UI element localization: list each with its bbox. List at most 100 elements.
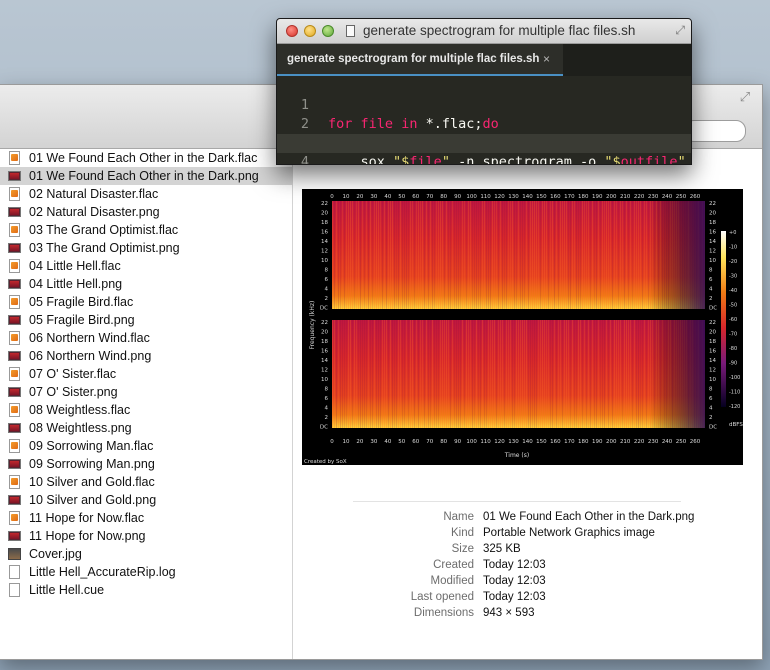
fullscreen-icon[interactable]: ⤢ [675, 23, 685, 38]
file-row[interactable]: 03 The Grand Optimist.png [0, 239, 292, 257]
file-name: 02 Natural Disaster.png [29, 205, 160, 219]
x-tick-label: 170 [564, 439, 575, 445]
x-tick-label: 250 [676, 439, 687, 445]
info-row: Created Today 12:03 [300, 557, 752, 573]
image-file-icon [8, 495, 21, 505]
y-tick-label: 20 [321, 330, 328, 336]
audio-file-icon [9, 475, 20, 489]
file-row[interactable]: 04 Little Hell.png [0, 275, 292, 293]
x-tick-label: 220 [634, 194, 645, 200]
x-tick-label: 60 [412, 194, 419, 200]
x-tick-label: 190 [592, 194, 603, 200]
file-row[interactable]: 08 Weightless.png [0, 419, 292, 437]
zoom-button[interactable] [322, 25, 334, 37]
info-row: Modified Today 12:03 [300, 573, 752, 589]
file-row[interactable]: 04 Little Hell.flac [0, 257, 292, 275]
file-row[interactable]: Little Hell.cue [0, 581, 292, 599]
x-tick-label: 50 [398, 194, 405, 200]
colorbar-tick-label: -30 [729, 274, 737, 280]
info-row: Size 325 KB [300, 541, 752, 557]
image-file-icon [8, 423, 21, 433]
colorbar-tick-label: -100 [729, 375, 740, 381]
file-name: 03 The Grand Optimist.png [29, 241, 180, 255]
file-name: 05 Fragile Bird.flac [29, 295, 134, 309]
x-tick-label: 240 [662, 439, 673, 445]
y-tick-label: 14 [709, 358, 716, 364]
code-area[interactable]: 1 for file in *.flac;do 2 outfile="${fil… [277, 77, 691, 164]
y-tick-label: 18 [709, 339, 716, 345]
minimize-button[interactable] [304, 25, 316, 37]
info-label: Kind [450, 527, 474, 539]
info-label: Last opened [410, 591, 474, 603]
image-file-icon [8, 548, 21, 560]
file-row[interactable]: 09 Sorrowing Man.png [0, 455, 292, 473]
close-tab-icon[interactable]: × [543, 44, 550, 74]
file-name: 04 Little Hell.flac [29, 259, 121, 273]
file-name: 09 Sorrowing Man.png [29, 457, 155, 471]
x-tick-label: 160 [550, 439, 561, 445]
file-row[interactable]: 02 Natural Disaster.png [0, 203, 292, 221]
tab-script[interactable]: generate spectrogram for multiple flac f… [277, 44, 563, 76]
x-tick-label: 170 [564, 194, 575, 200]
close-button[interactable] [286, 25, 298, 37]
file-row[interactable]: 01 We Found Each Other in the Dark.png [0, 167, 292, 185]
y-tick-label: 2 [709, 415, 713, 421]
y-tick-label: 20 [709, 330, 716, 336]
file-name: 05 Fragile Bird.png [29, 313, 135, 327]
file-row[interactable]: 05 Fragile Bird.flac [0, 293, 292, 311]
file-row[interactable]: Cover.jpg [0, 545, 292, 563]
fullscreen-icon[interactable]: ⤢ [738, 90, 752, 104]
x-tick-label: 10 [342, 439, 349, 445]
image-file-icon [8, 315, 21, 325]
y-tick-label: DC [709, 425, 717, 431]
x-tick-label: 230 [648, 439, 659, 445]
file-row[interactable]: 11 Hope for Now.png [0, 527, 292, 545]
file-row[interactable]: 05 Fragile Bird.png [0, 311, 292, 329]
file-row[interactable]: Little Hell_AccurateRip.log [0, 563, 292, 581]
x-tick-label: 30 [370, 194, 377, 200]
file-row[interactable]: 01 We Found Each Other in the Dark.flac [0, 149, 292, 167]
y-tick-label: 2 [709, 296, 713, 302]
x-tick-label: 140 [522, 439, 533, 445]
x-tick-label: 10 [342, 194, 349, 200]
x-tick-label: 210 [620, 439, 631, 445]
x-tick-label: 80 [440, 439, 447, 445]
file-row[interactable]: 10 Silver and Gold.flac [0, 473, 292, 491]
image-file-icon [8, 279, 21, 289]
file-row[interactable]: 07 O' Sister.png [0, 383, 292, 401]
y-tick-label: 8 [709, 387, 713, 393]
audio-file-icon [9, 331, 20, 345]
file-row[interactable]: 10 Silver and Gold.png [0, 491, 292, 509]
y-tick-label: 10 [321, 377, 328, 383]
audio-file-icon [9, 223, 20, 237]
file-name: Little Hell_AccurateRip.log [29, 565, 176, 579]
y-tick-label: 12 [321, 368, 328, 374]
image-file-icon [8, 207, 21, 217]
search-field[interactable] [684, 120, 746, 142]
x-tick-label: 190 [592, 439, 603, 445]
file-row[interactable]: 09 Sorrowing Man.flac [0, 437, 292, 455]
file-row[interactable]: 11 Hope for Now.flac [0, 509, 292, 527]
y-tick-label: 18 [709, 220, 716, 226]
file-row[interactable]: 02 Natural Disaster.flac [0, 185, 292, 203]
file-row[interactable]: 07 O' Sister.flac [0, 365, 292, 383]
file-row[interactable]: 06 Northern Wind.flac [0, 329, 292, 347]
document-icon [9, 583, 20, 597]
spectrogram-credit: Created by SoX [304, 459, 347, 465]
y-tick-label: 16 [321, 230, 328, 236]
colorbar-tick-label: -20 [729, 259, 737, 265]
y-tick-label: 2 [325, 296, 329, 302]
x-tick-label: 210 [620, 194, 631, 200]
x-tick-label: 260 [690, 194, 701, 200]
y-tick-label: 22 [321, 320, 328, 326]
info-value: 325 KB [483, 543, 521, 555]
x-tick-label: 180 [578, 194, 589, 200]
y-tick-label: 8 [709, 268, 713, 274]
info-label: Modified [430, 575, 474, 587]
file-row[interactable]: 06 Northern Wind.png [0, 347, 292, 365]
file-row[interactable]: 03 The Grand Optimist.flac [0, 221, 292, 239]
spectrogram-fade [332, 320, 705, 428]
x-tick-label: 110 [480, 439, 491, 445]
info-value: Portable Network Graphics image [483, 527, 655, 539]
file-row[interactable]: 08 Weightless.flac [0, 401, 292, 419]
